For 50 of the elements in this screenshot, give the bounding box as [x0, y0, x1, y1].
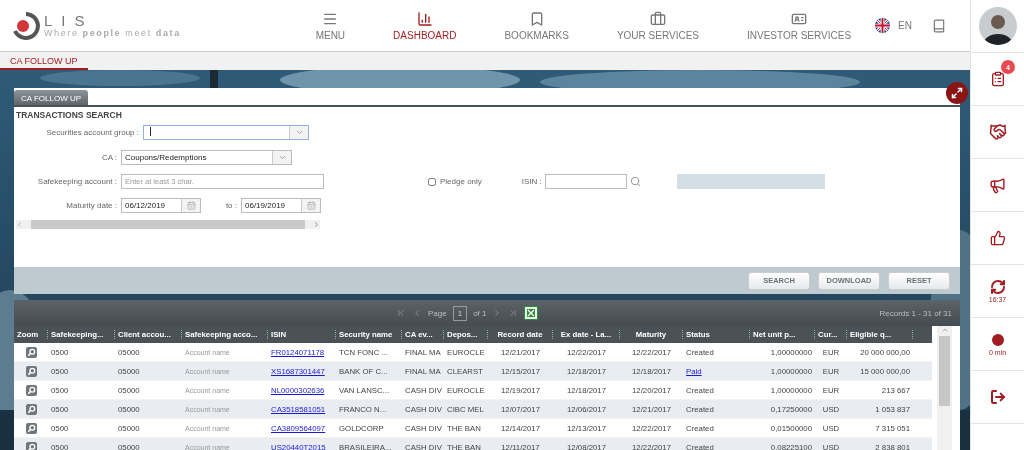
vertical-scrollbar[interactable]	[937, 326, 952, 450]
expand-icon	[951, 87, 963, 99]
briefcase-icon	[649, 10, 666, 27]
book-icon[interactable]	[932, 18, 946, 33]
bar-chart-icon	[416, 10, 433, 27]
scroll-right-icon[interactable]	[313, 221, 320, 228]
ca-combo[interactable]: Coupons/Redemptions	[121, 150, 292, 165]
logo-tagline: Where people meet data	[44, 28, 181, 38]
refresh-icon[interactable]	[989, 279, 1006, 295]
nav-item[interactable]: DASHBOARD	[369, 10, 481, 41]
horizontal-scrollbar[interactable]	[16, 220, 320, 229]
nav-item[interactable]: MENU	[291, 10, 370, 41]
records-count: Records 1 - 31 of 31	[879, 308, 952, 318]
magnifier-icon[interactable]	[25, 422, 37, 434]
date-field[interactable]: 06/19/2019	[241, 198, 321, 213]
page-count: of 1	[473, 308, 487, 318]
date-field[interactable]: 06/12/2019	[121, 198, 201, 213]
thumbs-up-icon[interactable]	[989, 230, 1006, 246]
page-field[interactable]: 1	[452, 305, 468, 321]
flag-icon[interactable]	[875, 18, 891, 33]
field-label: CA :	[100, 153, 118, 162]
language-label[interactable]: EN	[898, 20, 912, 31]
nav-item[interactable]: BOOKMARKS	[480, 10, 593, 41]
nav-item[interactable]: INVESTOR SERVICES	[723, 10, 876, 41]
panel-tab[interactable]: CA FOLLOW UP	[14, 90, 88, 105]
magnifier-icon[interactable]	[25, 365, 37, 377]
isin-field[interactable]	[544, 174, 627, 189]
avatar[interactable]	[978, 7, 1017, 45]
magnifier-icon[interactable]	[25, 403, 37, 415]
checkbox-label: Pledge only	[440, 177, 482, 186]
logo-icon	[12, 11, 40, 40]
field-label: Safekeeping account :	[36, 177, 118, 186]
list-icon[interactable]	[989, 71, 1006, 87]
field-label: to :	[224, 201, 238, 210]
field-label: Securities account group :	[45, 128, 140, 137]
magnifier-icon[interactable]	[25, 346, 37, 358]
megaphone-icon[interactable]	[989, 176, 1006, 194]
field-label: ISIN :	[521, 177, 542, 186]
nav-item[interactable]: YOUR SERVICES	[592, 10, 723, 41]
magnifier-icon[interactable]	[25, 384, 37, 396]
spreadsheet-icon[interactable]	[524, 306, 539, 320]
search-icon[interactable]	[629, 176, 641, 187]
page-label: Page	[428, 308, 447, 318]
section-title: TRANSACTIONS SEARCH	[16, 110, 123, 120]
field-label: Maturity date :	[65, 201, 118, 210]
magnifier-icon[interactable]	[25, 441, 37, 450]
sign-out-icon[interactable]	[989, 389, 1006, 405]
handshake-icon[interactable]	[988, 123, 1007, 141]
logo-name: LIS	[44, 13, 95, 28]
pledge-only-checkbox[interactable]	[428, 177, 436, 186]
